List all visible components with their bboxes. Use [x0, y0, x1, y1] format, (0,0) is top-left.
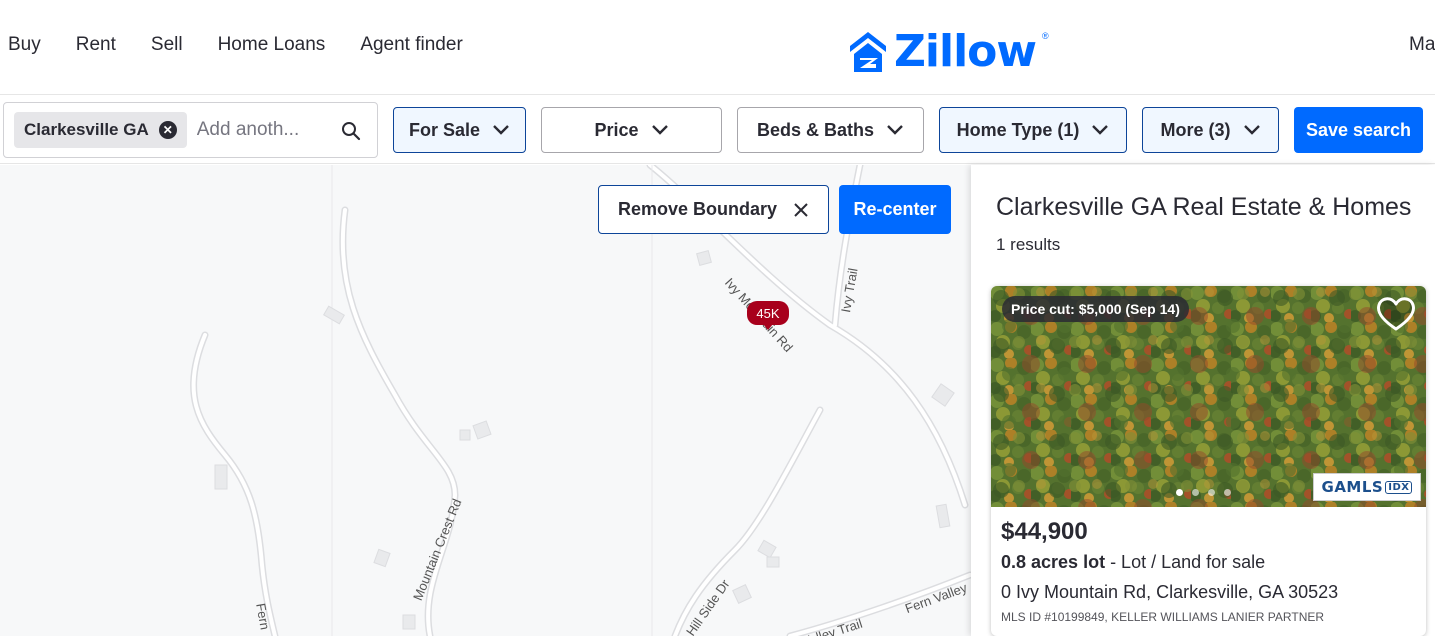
price-filter-button[interactable]: Price [541, 107, 722, 153]
nav-agent-finder[interactable]: Agent finder [360, 34, 462, 56]
search-box[interactable]: Clarkesville GA ✕ [3, 102, 378, 158]
chevron-down-icon [651, 125, 668, 135]
remove-boundary-label: Remove Boundary [617, 199, 778, 219]
remove-boundary-button[interactable]: Remove Boundary [598, 185, 829, 234]
more-label: More (3) [1160, 119, 1231, 140]
save-search-button[interactable]: Save search [1294, 107, 1423, 153]
beds-baths-filter-button[interactable]: Beds & Baths [737, 107, 924, 153]
logo-text: Zillow [894, 26, 1037, 77]
zillow-logo[interactable]: Zillow ® [848, 26, 1049, 77]
home-type-filter-button[interactable]: Home Type (1) [939, 107, 1127, 153]
listing-lot-size: 0.8 acres lot [1001, 552, 1106, 572]
price-cut-badge: Price cut: $5,000 (Sep 14) [1002, 296, 1189, 322]
nav-links: Buy Rent Sell Home Loans Agent finder [8, 34, 463, 56]
search-input[interactable] [196, 119, 317, 141]
beds-baths-label: Beds & Baths [756, 119, 875, 140]
listing-photo[interactable]: Price cut: $5,000 (Sep 14) GAMLS IDX [991, 286, 1426, 507]
map-price-pin[interactable]: 45K [747, 301, 789, 330]
save-heart-icon[interactable] [1375, 295, 1417, 333]
listing-details: 0.8 acres lot - Lot / Land for sale [1001, 552, 1265, 573]
listing-price: $44,900 [1001, 518, 1088, 545]
listing-mls-info: MLS ID #10199849, KELLER WILLIAMS LANIER… [1001, 610, 1325, 624]
for-sale-label: For Sale [408, 119, 481, 140]
gamls-logo-text: GAMLS [1321, 478, 1384, 496]
top-nav: Buy Rent Sell Home Loans Agent finder Zi… [0, 0, 1435, 95]
results-panel: Clarkesville GA Real Estate & Homes 1 re… [971, 165, 1435, 636]
nav-sell[interactable]: Sell [151, 34, 183, 56]
zillow-house-icon [850, 31, 886, 72]
chevron-down-icon [887, 125, 903, 135]
filter-bar: Clarkesville GA ✕ For Sale Price Beds & … [0, 96, 1435, 164]
close-icon [794, 202, 808, 217]
map-area[interactable]: Ivy Mountain Rd Ivy Trail Mountain Crest… [0, 165, 971, 636]
chevron-down-icon [493, 125, 509, 135]
carousel-dot-active[interactable] [1176, 489, 1183, 496]
listing-card[interactable]: Price cut: $5,000 (Sep 14) GAMLS IDX $44… [991, 286, 1426, 636]
nav-manage-rentals-partial[interactable]: Ma [1409, 34, 1435, 56]
more-filter-button[interactable]: More (3) [1142, 107, 1279, 153]
carousel-dot[interactable] [1192, 489, 1199, 496]
location-chip: Clarkesville GA ✕ [14, 112, 187, 148]
gamls-logo-suffix: IDX [1385, 480, 1413, 494]
photo-carousel-dots [1176, 489, 1231, 496]
home-type-label: Home Type (1) [956, 119, 1080, 140]
results-title: Clarkesville GA Real Estate & Homes [996, 193, 1412, 221]
search-icon[interactable] [341, 121, 361, 141]
listing-type: - Lot / Land for sale [1105, 552, 1266, 572]
nav-rent[interactable]: Rent [76, 34, 116, 56]
recenter-button[interactable]: Re-center [839, 185, 951, 234]
nav-buy[interactable]: Buy [8, 34, 41, 56]
price-label: Price [594, 119, 639, 140]
chevron-down-icon [1243, 125, 1260, 135]
map-roads [190, 165, 971, 636]
chevron-down-icon [1092, 125, 1109, 135]
nav-home-loans[interactable]: Home Loans [218, 34, 326, 56]
for-sale-filter-button[interactable]: For Sale [393, 107, 526, 153]
listing-address[interactable]: 0 Ivy Mountain Rd, Clarkesville, GA 3052… [1001, 582, 1338, 603]
carousel-dot[interactable] [1208, 489, 1215, 496]
location-chip-label: Clarkesville GA [24, 120, 149, 139]
carousel-dot[interactable] [1224, 489, 1231, 496]
remove-location-icon[interactable]: ✕ [158, 121, 177, 139]
logo-registered-mark: ® [1042, 30, 1049, 41]
results-count: 1 results [996, 235, 1061, 254]
gamls-logo: GAMLS IDX [1313, 473, 1421, 501]
